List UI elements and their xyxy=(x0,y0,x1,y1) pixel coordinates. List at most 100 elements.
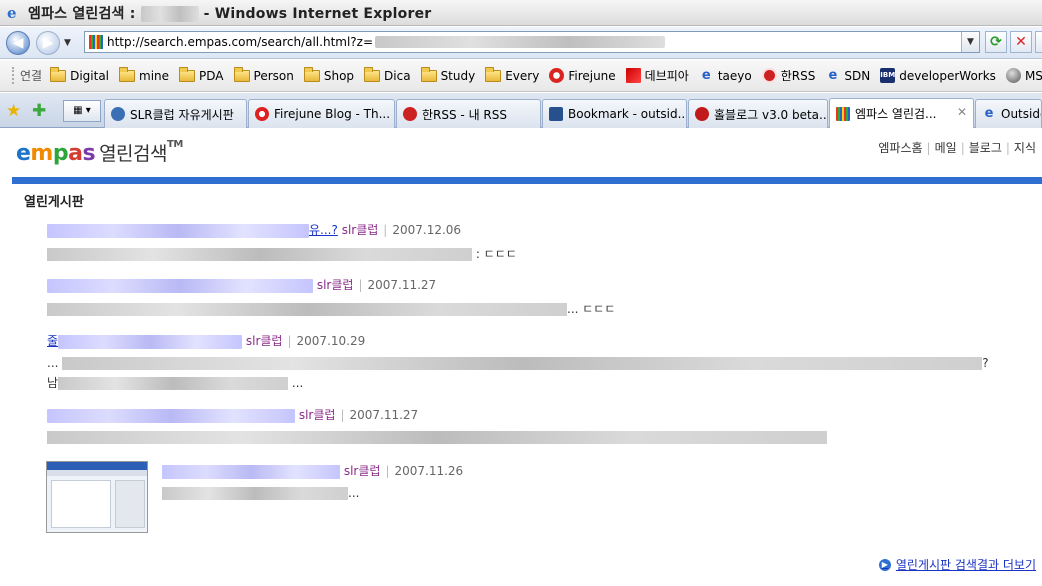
msdn-icon xyxy=(1005,68,1021,83)
result-source[interactable]: slr클럽 xyxy=(299,408,336,422)
tab-empas-search[interactable]: 엠파스 열린검... ✕ xyxy=(829,98,974,128)
link-label: Every xyxy=(505,68,540,83)
link-developerworks[interactable]: IBM developerWorks xyxy=(880,68,996,83)
link-label: Digital xyxy=(70,68,110,83)
link-label: 데브피아 xyxy=(644,69,689,83)
result-date: 2007.10.29 xyxy=(296,334,366,348)
links-label: 연결 xyxy=(12,67,42,84)
search-box-edge[interactable] xyxy=(1035,31,1042,53)
tab-outside[interactable]: e Outside xyxy=(975,99,1042,128)
svg-text:e: e xyxy=(7,5,17,21)
folder-icon xyxy=(303,66,320,82)
devpia-icon xyxy=(625,68,641,83)
tab-bookmark[interactable]: Bookmark - outsid... xyxy=(542,99,687,128)
tab-firejune-blog[interactable]: Firejune Blog - Th... xyxy=(248,99,395,128)
result-snippet: : ㄷㄷㄷ xyxy=(47,245,517,262)
header-divider xyxy=(12,177,1042,184)
window-title-prefix: 엠파스 열린검색 : xyxy=(28,5,141,22)
link-study[interactable]: Study xyxy=(420,66,475,83)
search-result: 줄 slr클럽 | 2007.10.29 ... ? 남 ... xyxy=(47,334,989,390)
link-hanrss[interactable]: 한RSS xyxy=(761,67,815,84)
search-result: slr클럽 | 2007.11.27 xyxy=(47,406,827,444)
page-favicon-icon xyxy=(89,35,103,49)
ie-page-icon: e xyxy=(828,68,838,83)
redacted-query xyxy=(140,5,199,22)
add-favorite-icon[interactable]: ✚ xyxy=(32,101,46,121)
result-source[interactable]: slr클럽 xyxy=(342,223,379,237)
arrow-right-icon: ▶ xyxy=(878,558,891,571)
link-label: MSD xyxy=(1024,68,1042,83)
navigation-bar: ◀ ▶ ▼ http://search.empas.com/search/all… xyxy=(0,27,1042,59)
nav-mail[interactable]: 메일 xyxy=(935,141,957,155)
history-dropdown-icon[interactable]: ▼ xyxy=(64,38,71,48)
link-label: Firejune xyxy=(568,68,616,83)
nav-blog[interactable]: 블로그 xyxy=(969,141,1002,155)
tab-hanrss[interactable]: 한RSS - 내 RSS xyxy=(396,99,541,128)
link-sdn[interactable]: e SDN xyxy=(825,68,870,83)
search-result: slr클럽 | 2007.11.27 ... ㄷㄷㄷ xyxy=(47,276,615,317)
link-person[interactable]: Person xyxy=(233,66,294,83)
tab-slr-club[interactable]: SLR클럽 자유게시판 xyxy=(104,99,247,128)
logo-text: 열린검색 xyxy=(99,143,167,165)
link-shop[interactable]: Shop xyxy=(303,66,354,83)
search-result: slr클럽 | 2007.11.26 ... xyxy=(162,462,463,500)
link-mine[interactable]: mine xyxy=(119,66,170,83)
link-label: developerWorks xyxy=(899,68,996,83)
folder-icon xyxy=(50,66,67,82)
result-title[interactable] xyxy=(162,464,340,479)
result-title[interactable]: 줄 xyxy=(47,334,243,349)
back-button[interactable]: ◀ xyxy=(6,30,30,55)
firejune-icon xyxy=(549,68,565,83)
favorites-star-icon[interactable]: ★ xyxy=(6,101,21,121)
result-snippet: ... xyxy=(162,486,463,500)
tabs-bar: ★ ✚ ▦ ▾ SLR클럽 자유게시판 Firejune Blog - Th..… xyxy=(0,93,1042,128)
stop-button[interactable]: ✕ xyxy=(1010,31,1032,53)
result-source[interactable]: slr클럽 xyxy=(246,334,283,348)
bookmark-icon xyxy=(549,107,563,121)
ie-logo-icon: e xyxy=(7,5,17,21)
result-title[interactable] xyxy=(47,278,313,293)
ibm-icon: IBM xyxy=(880,68,896,83)
link-msd[interactable]: MSD xyxy=(1005,68,1042,83)
result-title[interactable]: 유...? xyxy=(47,223,338,238)
result-thumbnail[interactable] xyxy=(46,461,148,533)
firejune-icon xyxy=(255,107,269,121)
address-bar[interactable]: http://search.empas.com/search/all.html?… xyxy=(84,31,980,53)
link-digital[interactable]: Digital xyxy=(50,66,110,83)
result-date: 2007.11.27 xyxy=(349,408,419,422)
link-taeyo[interactable]: e taeyo xyxy=(699,68,752,83)
result-snippet: ... ㄷㄷㄷ xyxy=(47,300,615,317)
result-date: 2007.11.27 xyxy=(367,278,437,292)
result-snippet xyxy=(47,430,827,444)
nav-empas-home[interactable]: 엠파스홈 xyxy=(878,141,922,155)
link-devpia[interactable]: 데브피아 xyxy=(625,67,689,84)
ie-page-icon: e xyxy=(984,106,994,121)
tab-holblog[interactable]: 홀블로그 v3.0 beta... xyxy=(688,99,828,128)
result-source[interactable]: slr클럽 xyxy=(344,464,381,478)
tab-label: 한RSS - 내 RSS xyxy=(422,107,507,122)
tab-label: Bookmark - outsid... xyxy=(568,107,687,121)
search-result: 유...? slr클럽 | 2007.12.06 : ㄷㄷㄷ xyxy=(47,221,517,262)
link-label: mine xyxy=(139,68,170,83)
link-label: Dica xyxy=(384,68,411,83)
more-results-link[interactable]: ▶ 열린게시판 검색결과 더보기 xyxy=(878,556,1036,573)
logo-tm: TM xyxy=(167,139,183,150)
link-dica[interactable]: Dica xyxy=(364,66,411,83)
result-title[interactable] xyxy=(47,408,295,423)
rss-icon xyxy=(403,107,417,121)
forward-button[interactable]: ▶ xyxy=(36,30,60,55)
tab-close-icon[interactable]: ✕ xyxy=(957,105,967,119)
tab-label: Outside xyxy=(1001,107,1041,121)
quick-tabs-button[interactable]: ▦ ▾ xyxy=(63,100,101,122)
result-source[interactable]: slr클럽 xyxy=(317,278,354,292)
empas-logo[interactable]: empas 열린검색TM xyxy=(16,139,183,166)
link-every[interactable]: Every xyxy=(485,66,540,83)
top-nav: 엠파스홈 | 메일 | 블로그 | 지식 xyxy=(878,141,1036,155)
link-firejune[interactable]: Firejune xyxy=(549,68,616,83)
address-url[interactable]: http://search.empas.com/search/all.html?… xyxy=(107,35,373,49)
address-dropdown-icon[interactable]: ▼ xyxy=(961,32,979,52)
refresh-button[interactable]: ⟳ xyxy=(985,31,1007,53)
nav-knowledge[interactable]: 지식 xyxy=(1014,141,1036,155)
link-pda[interactable]: PDA xyxy=(179,66,224,83)
result-snippet: ... ? xyxy=(47,356,989,370)
